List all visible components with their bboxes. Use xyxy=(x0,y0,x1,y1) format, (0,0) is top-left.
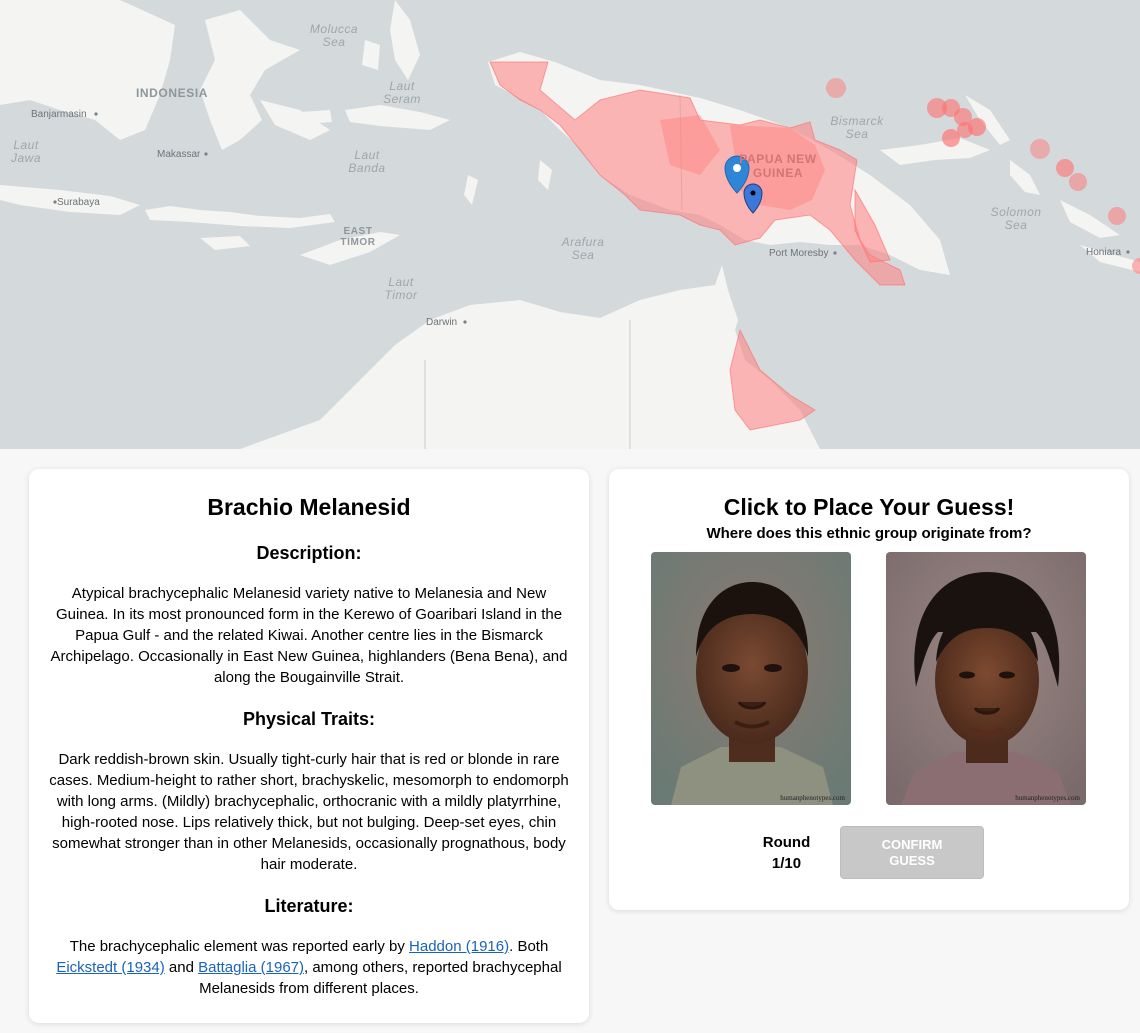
label-bismarck-sea: Bismarck Sea xyxy=(830,114,884,141)
literature-heading: Literature: xyxy=(264,896,354,916)
literature-text: The brachycephalic element was reported … xyxy=(56,938,562,997)
guess-subtitle: Where does this ethnic group originate f… xyxy=(706,525,1032,542)
label-makassar: Makassar xyxy=(157,149,201,160)
map[interactable]: Molucca Sea INDONESIA Banjarmasin Laut Jaw… xyxy=(0,0,1140,449)
label-port-moresby: Port Moresby xyxy=(769,248,828,259)
label-honiara: Honiara xyxy=(1086,247,1121,258)
photo-watermark: humanphenotypes.com xyxy=(780,794,845,802)
reference-link-eickstedt[interactable]: Eickstedt (1934) xyxy=(56,959,164,976)
description-text: Atypical brachycephalic Melanesid variet… xyxy=(50,585,568,686)
physical-traits-text: Dark reddish-brown skin. Usually tight-c… xyxy=(49,751,569,873)
confirm-guess-label: CONFIRM GUESS xyxy=(881,836,943,868)
guess-card: Click to Place Your Guess! Where does th… xyxy=(609,469,1129,910)
photo-watermark: humanphenotypes.com xyxy=(1015,794,1080,802)
reference-link-battaglia[interactable]: Battaglia (1967) xyxy=(198,959,304,976)
ethnic-group-info-card: Brachio Melanesid Description: Atypical … xyxy=(29,469,589,1023)
label-laut-seram: Laut Seram xyxy=(383,79,421,106)
label-laut-banda: Laut Banda xyxy=(348,148,385,175)
label-surabaya: Surabaya xyxy=(57,197,100,208)
physical-traits-heading: Physical Traits: xyxy=(242,709,376,729)
label-laut-jawa: Laut Jawa xyxy=(10,138,41,165)
male-phenotype-photo: humanphenotypes.com xyxy=(651,552,851,805)
round-indicator: Round 1/10 xyxy=(749,832,824,874)
reference-link-haddon[interactable]: Haddon (1916) xyxy=(409,938,509,955)
landmasses xyxy=(0,0,1140,449)
label-east-timor: EAST TIMOR xyxy=(340,226,375,248)
confirm-guess-button[interactable]: CONFIRM GUESS xyxy=(840,826,984,879)
description-heading: Description: xyxy=(256,543,362,563)
label-indonesia: INDONESIA xyxy=(136,86,208,100)
label-arafura-sea: Arafura Sea xyxy=(561,235,605,262)
label-banjarmasin: Banjarmasin xyxy=(31,109,87,120)
map-canvas[interactable]: Molucca Sea INDONESIA Banjarmasin Laut Jaw… xyxy=(0,0,1140,449)
female-phenotype-photo: humanphenotypes.com xyxy=(886,552,1086,805)
label-laut-timor: Laut Timor xyxy=(384,275,418,302)
round-value: 1/10 xyxy=(771,855,802,872)
guess-title: Click to Place Your Guess! xyxy=(723,494,1015,520)
label-molucca-sea: Molucca Sea xyxy=(310,22,358,49)
group-title: Brachio Melanesid xyxy=(207,494,411,520)
label-solomon-sea: Solomon Sea xyxy=(991,205,1042,232)
round-label: Round xyxy=(762,834,811,851)
label-darwin: Darwin xyxy=(426,317,457,328)
